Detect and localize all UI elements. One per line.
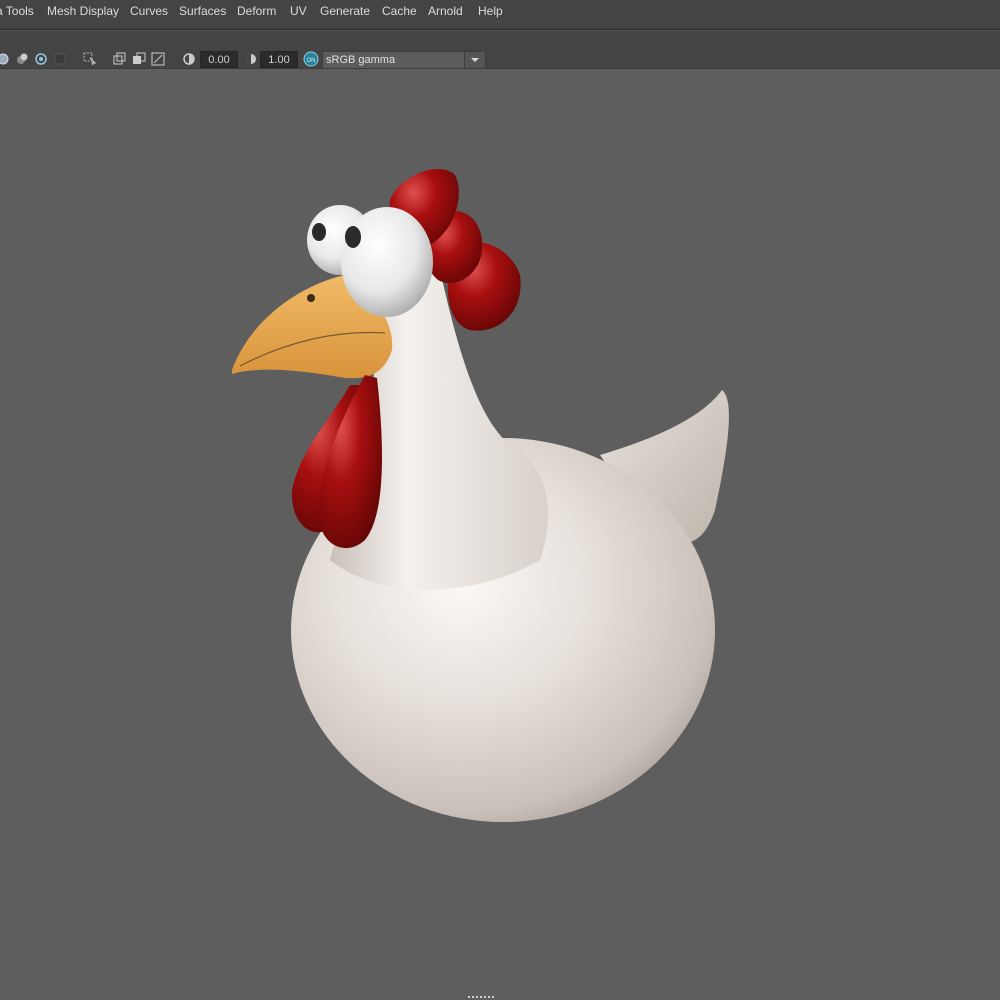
chicken-model[interactable] <box>0 0 1000 1000</box>
right-eye <box>341 207 433 317</box>
left-pupil <box>312 223 326 241</box>
right-pupil <box>345 226 361 248</box>
nostril <box>307 294 315 302</box>
viewport-bottom-marker <box>468 996 494 1000</box>
3d-viewport[interactable] <box>0 69 1000 1000</box>
